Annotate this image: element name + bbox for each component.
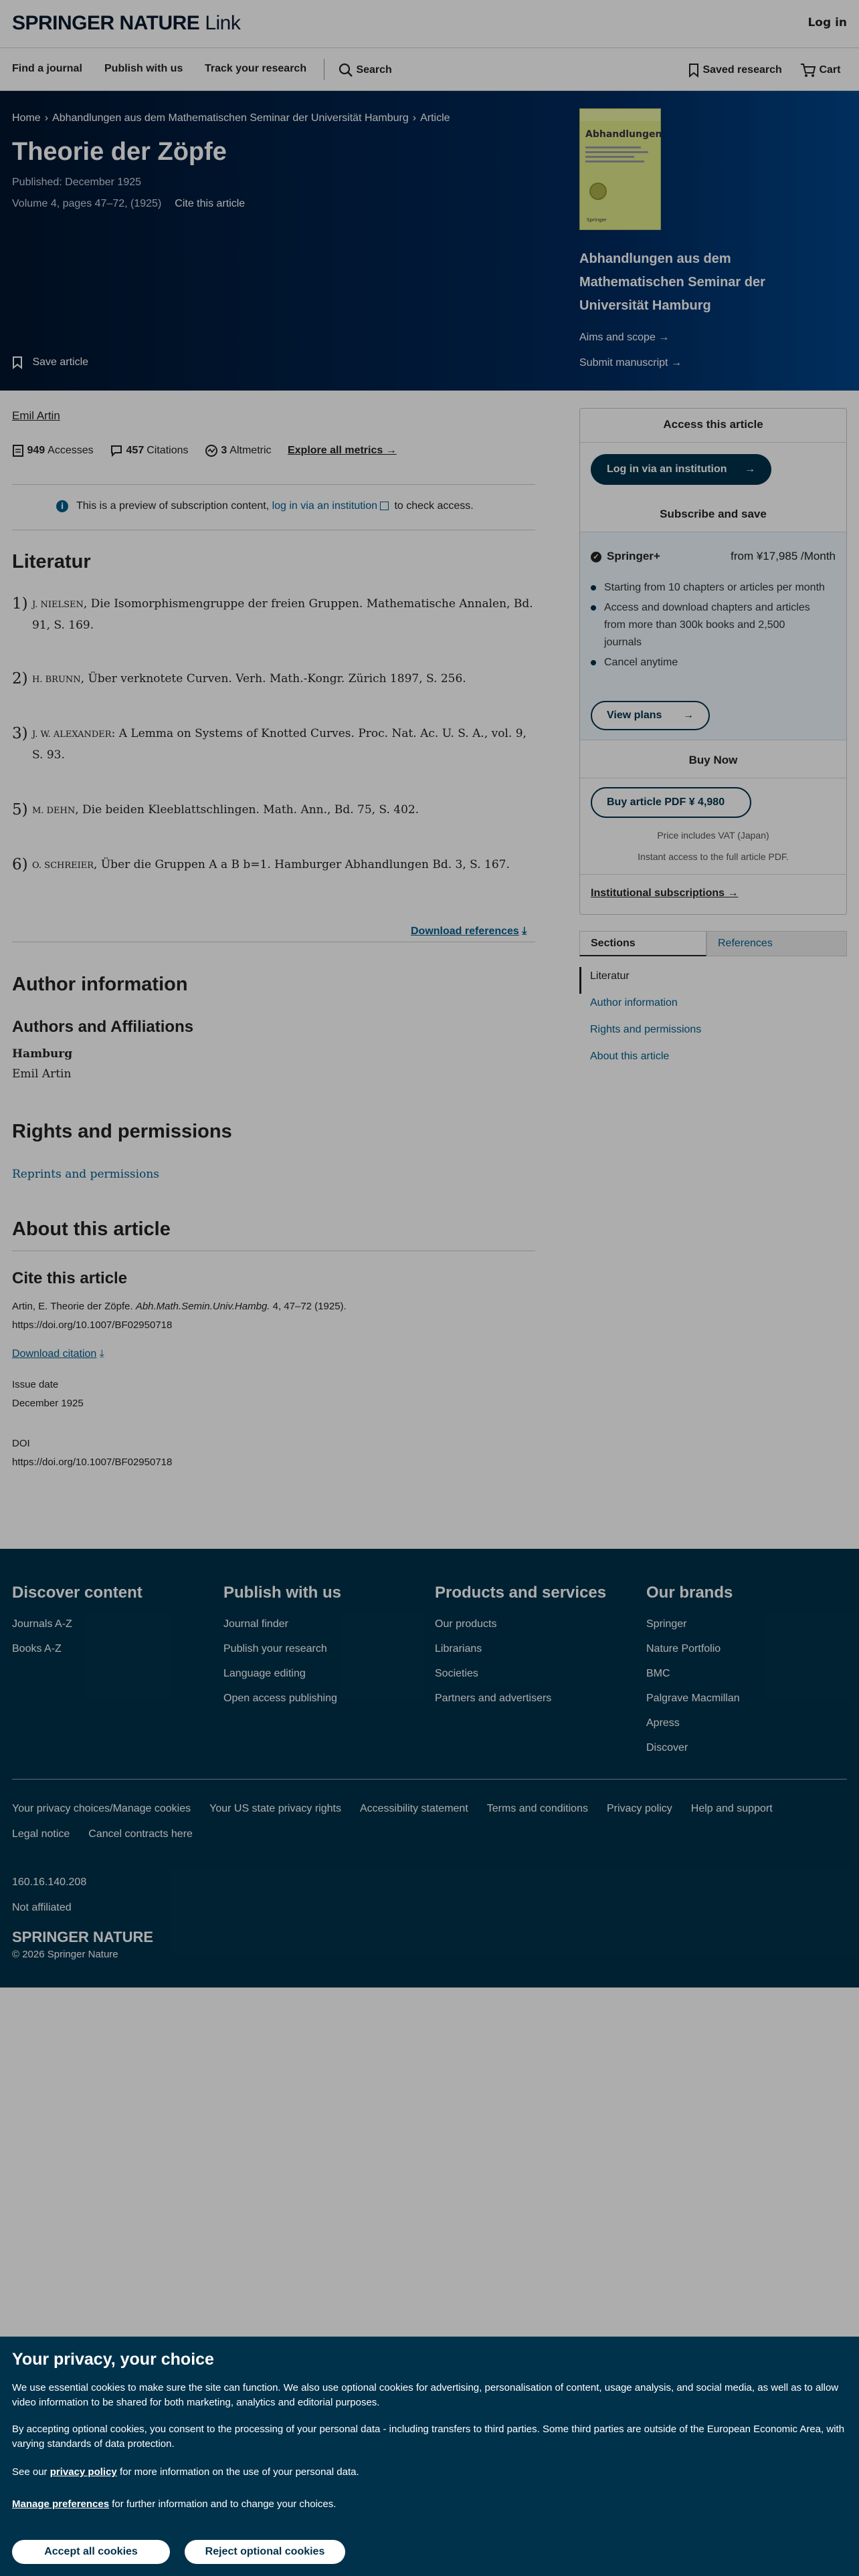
cookie-text-3: See our privacy policy for more informat… (12, 2465, 847, 2480)
cookie-text-2: By accepting optional cookies, you conse… (12, 2424, 845, 2450)
cookie-text-1: We use essential cookies to make sure th… (12, 2382, 839, 2408)
reject-cookies-button[interactable]: Reject optional cookies (185, 2540, 345, 2564)
cookie-title: Your privacy, your choice (12, 2350, 214, 2369)
cookie-text-4: Manage preferences for further informati… (12, 2497, 847, 2512)
cookie-text-3-pre: See our (12, 2466, 50, 2478)
manage-preferences-link[interactable]: Manage preferences (12, 2498, 109, 2510)
modal-backdrop (0, 0, 859, 2576)
page: SPRINGER NATURE Link Log in Find a journa… (0, 0, 859, 2576)
accept-cookies-button[interactable]: Accept all cookies (12, 2540, 170, 2564)
privacy-policy-link[interactable]: privacy policy (50, 2466, 117, 2478)
cookie-banner: Your privacy, your choice We use essenti… (0, 2337, 859, 2576)
cookie-text-4-post: for further information and to change yo… (109, 2498, 337, 2510)
cookie-text-3-post: for more information on the use of your … (116, 2466, 359, 2478)
